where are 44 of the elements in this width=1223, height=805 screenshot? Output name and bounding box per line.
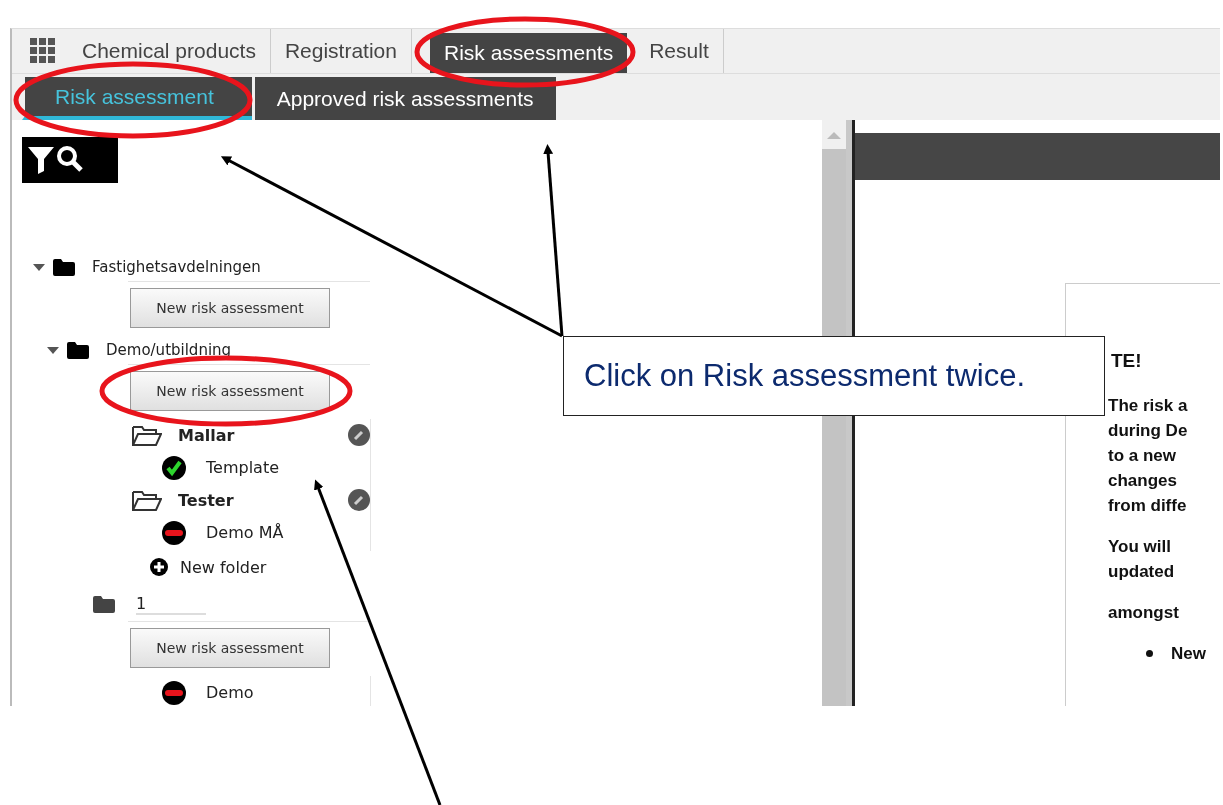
notice-text: changes (1108, 470, 1178, 492)
department-label[interactable]: Fastighetsavdelningen (92, 258, 261, 276)
filter-search-icon[interactable] (22, 137, 118, 183)
tab[interactable]: Chemical products (68, 29, 271, 73)
open-folder-icon (132, 424, 162, 446)
new-risk-assessment-button[interactable]: New risk assessment (130, 628, 330, 668)
app-grid-icon[interactable] (30, 38, 56, 64)
notice-text: amongst (1108, 602, 1180, 624)
collapse-caret-icon[interactable] (32, 262, 46, 272)
notice-text: New (1171, 643, 1206, 665)
item-label: Demo MÅ (206, 523, 284, 542)
notice-text: from diffe (1108, 495, 1188, 517)
bullet-icon (1146, 650, 1153, 657)
notice-text: updated (1108, 561, 1176, 583)
item-label: Template (206, 458, 279, 477)
collapse-caret-icon[interactable] (46, 345, 60, 355)
folder-label[interactable]: Tester (178, 490, 348, 510)
folder-label[interactable]: Mallar (178, 425, 348, 445)
folder-icon (52, 257, 76, 277)
notice-text: The risk a (1108, 395, 1189, 417)
notice-heading: TE! (1111, 349, 1143, 373)
tab[interactable]: Risk assessments (429, 33, 628, 73)
tree-item[interactable]: Template (128, 451, 370, 484)
new-risk-assessment-button[interactable]: New risk assessment (130, 288, 330, 328)
new-risk-assessment-button[interactable]: New risk assessment (130, 371, 330, 411)
pencil-icon[interactable] (348, 489, 370, 511)
folder-icon (66, 340, 90, 360)
notice-text: during De (1108, 420, 1189, 442)
folder-icon (92, 594, 116, 614)
tab[interactable]: Result (635, 29, 724, 73)
tree-item[interactable]: Demo (128, 676, 370, 706)
plus-circle-icon (150, 558, 168, 576)
pencil-icon[interactable] (348, 424, 370, 446)
callout-text: Click on Risk assessment twice. (563, 336, 1105, 416)
folder-name-field[interactable]: 1 (136, 593, 206, 615)
notice-text: You will (1108, 536, 1172, 558)
open-folder-icon (132, 489, 162, 511)
new-folder-link[interactable]: New folder (150, 551, 270, 583)
notice-text: to a new (1108, 445, 1177, 467)
tab[interactable]: Registration (270, 29, 412, 73)
item-label: Demo (206, 683, 254, 702)
department-label[interactable]: Demo/utbildning (106, 341, 232, 359)
subtab[interactable]: Risk assessment (22, 77, 252, 120)
tree-item[interactable]: Demo MÅ (128, 516, 370, 549)
